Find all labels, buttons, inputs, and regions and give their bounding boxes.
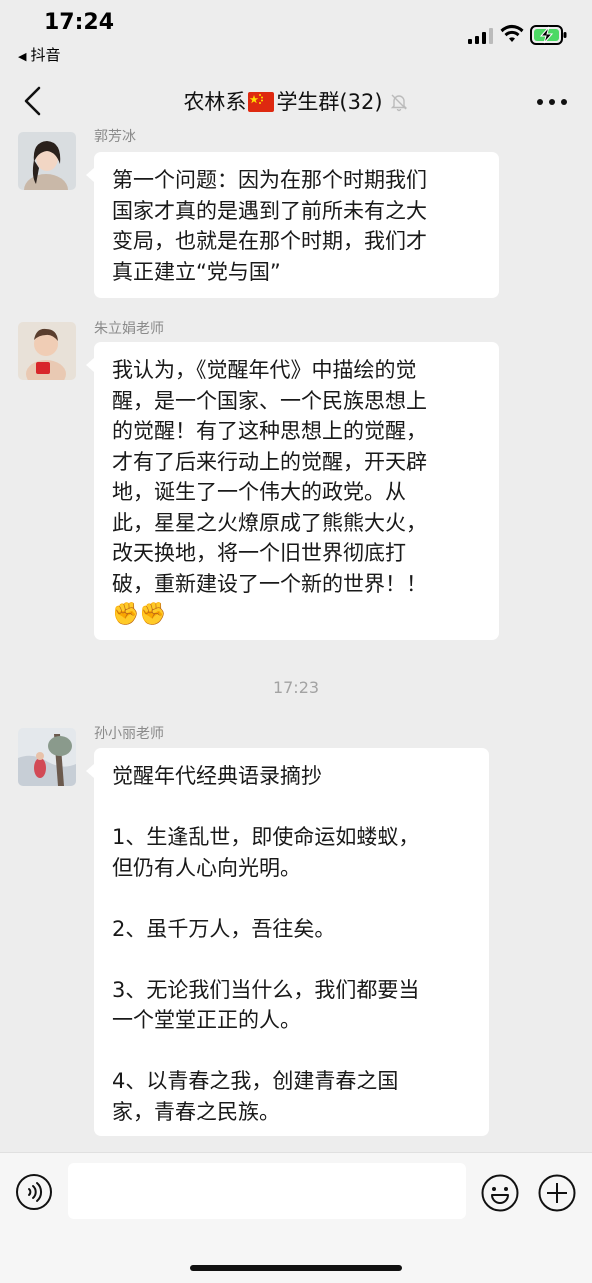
- message-line: 2、虽千万人，吾往矣。: [112, 916, 336, 941]
- voice-icon[interactable]: [15, 1173, 53, 1211]
- back-app-label: 抖音: [30, 46, 61, 64]
- chat-title-prefix: 农林系: [183, 90, 247, 114]
- message-line: 此，星星之火燎原成了熊熊大火，: [112, 510, 427, 535]
- chat-title: 农林系 学生群(32): [0, 86, 592, 116]
- message-line: 4、以青春之我，创建青春之国: [112, 1069, 399, 1093]
- more-dots-icon[interactable]: [536, 98, 568, 106]
- sender-name: 郭芳冰: [94, 129, 136, 145]
- back-triangle-icon: ◀: [18, 50, 27, 63]
- sender-name: 孙小丽老师: [94, 726, 164, 742]
- message-line: 地，诞生了一个伟大的政党。从: [112, 480, 406, 504]
- plus-icon[interactable]: [537, 1173, 577, 1213]
- message-bubble[interactable]: 第一个问题：因为在那个时期我们 国家才真的是遇到了前所未有之大 变局，也就是在那…: [86, 152, 499, 298]
- message-line: 改天换地，将一个旧世界彻底打: [112, 541, 406, 565]
- message-line: 第一个问题：因为在那个时期我们: [112, 168, 427, 192]
- message-line: 觉醒年代经典语录摘抄: [112, 764, 322, 788]
- message-line: 一个堂堂正正的人。: [112, 1008, 301, 1032]
- battery-charging-icon: [530, 25, 567, 45]
- message-line: 的觉醒！有了这种思想上的觉醒，: [112, 419, 427, 443]
- message-line: 3、无论我们当什么，我们都要当: [112, 977, 420, 1002]
- chat-nav-bar: 农林系 学生群(32): [0, 72, 592, 130]
- message-input[interactable]: [68, 1163, 466, 1219]
- sender-name: 朱立娟老师: [94, 321, 164, 337]
- message-line: 醒，是一个国家、一个民族思想上: [112, 388, 427, 413]
- avatar[interactable]: [18, 322, 76, 380]
- message-line: 国家才真的是遇到了前所未有之大: [112, 198, 427, 223]
- message-line: 我认为，《觉醒年代》中描绘的觉: [112, 358, 417, 382]
- message-line: 才有了后来行动上的觉醒，开天辟: [112, 449, 427, 474]
- message-line: 变局，也就是在那个时期，我们才: [112, 229, 427, 253]
- fist-emoji-icon: ✊✊: [112, 602, 167, 627]
- chat-input-bar: [0, 1152, 592, 1283]
- avatar[interactable]: [18, 728, 76, 786]
- message-line: 1、生逢乱世，即使命运如蝼蚁，: [112, 825, 420, 849]
- message-line: 真正建立“党与国”: [112, 259, 281, 284]
- china-flag-icon: [248, 92, 275, 112]
- back-to-app-link[interactable]: ◀ 抖音: [18, 44, 60, 65]
- emoji-icon[interactable]: [480, 1173, 520, 1213]
- chat-timestamp: 17:23: [272, 678, 320, 697]
- status-time: 17:24: [44, 10, 115, 35]
- message-bubble[interactable]: 我认为，《觉醒年代》中描绘的觉 醒，是一个国家、一个民族思想上 的觉醒！有了这种…: [86, 342, 499, 640]
- message-line: 破，重新建设了一个新的世界！！: [112, 571, 427, 596]
- chat-title-suffix: 学生群(32): [276, 90, 383, 114]
- status-bar: 17:24 ◀ 抖音: [0, 0, 592, 72]
- message-line: 但仍有人心向光明。: [112, 855, 301, 880]
- message-bubble[interactable]: 觉醒年代经典语录摘抄 1、生逢乱世，即使命运如蝼蚁， 但仍有人心向光明。 2、虽…: [86, 748, 489, 1136]
- home-indicator[interactable]: [190, 1265, 402, 1271]
- wifi-icon: [500, 24, 524, 42]
- avatar[interactable]: [18, 132, 76, 190]
- message-line: 家，青春之民族。: [112, 1099, 280, 1124]
- cellular-signal-icon: [468, 28, 493, 44]
- bell-muted-icon: [390, 94, 407, 112]
